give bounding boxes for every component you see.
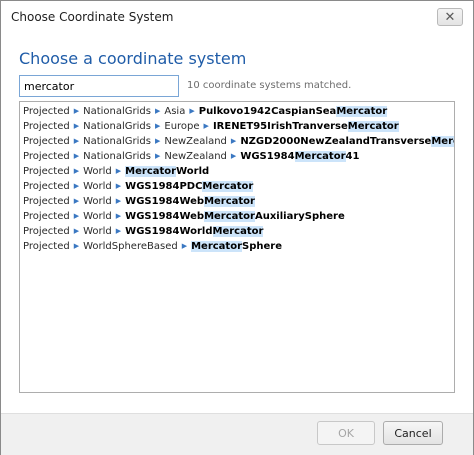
- right-triangle-icon: ▶: [115, 167, 122, 175]
- path-segment: NationalGrids: [83, 151, 151, 162]
- result-row[interactable]: Projected ▶ NationalGrids ▶ NewZealand ▶ WGS19…: [20, 149, 454, 164]
- cancel-button[interactable]: Cancel: [383, 421, 443, 445]
- path-segment: Asia: [164, 106, 186, 117]
- path-segment: World: [83, 211, 112, 222]
- right-triangle-icon: ▶: [115, 212, 122, 220]
- right-triangle-icon: ▶: [181, 242, 188, 250]
- path-segment: WorldSphereBased: [83, 241, 178, 252]
- match-highlight: Mercator: [336, 106, 388, 117]
- path-segment: NationalGrids: [83, 121, 151, 132]
- match-highlight: Mercator: [204, 196, 255, 207]
- result-name: MercatorWorld: [125, 166, 210, 177]
- result-row[interactable]: Projected ▶ World ▶ WGS1984PDCMercator: [20, 179, 454, 194]
- path-segment: NewZealand: [164, 151, 227, 162]
- result-row[interactable]: Projected ▶ WorldSphereBased ▶ MercatorSpher…: [20, 239, 454, 254]
- path-segment: NewZealand: [164, 136, 227, 147]
- title-bar[interactable]: Choose Coordinate System ✕: [1, 1, 473, 33]
- right-triangle-icon: ▶: [203, 122, 209, 130]
- path-segment: Projected: [23, 106, 70, 117]
- result-name: WGS1984WorldMercator: [125, 226, 264, 237]
- right-triangle-icon: ▶: [154, 107, 161, 115]
- right-triangle-icon: ▶: [230, 137, 237, 145]
- right-triangle-icon: ▶: [154, 152, 161, 160]
- right-triangle-icon: ▶: [73, 212, 80, 220]
- result-row[interactable]: Projected ▶ World ▶ WGS1984WorldMercator: [20, 224, 454, 239]
- result-name: WGS1984WebMercator: [125, 196, 255, 207]
- dialog-footer: OK Cancel: [1, 413, 473, 455]
- right-triangle-icon: ▶: [73, 227, 80, 235]
- path-segment: NationalGrids: [83, 106, 151, 117]
- right-triangle-icon: ▶: [73, 182, 80, 190]
- result-row[interactable]: Projected ▶ World ▶ WGS1984WebMercator: [20, 194, 454, 209]
- path-segment: Projected: [23, 121, 70, 132]
- right-triangle-icon: ▶: [73, 137, 80, 145]
- match-highlight: Mercator: [431, 136, 454, 147]
- right-triangle-icon: ▶: [230, 152, 237, 160]
- results-list[interactable]: Projected ▶ NationalGrids ▶ Asia ▶ Pulkovo1942…: [19, 101, 455, 393]
- result-name: WGS1984PDCMercator: [125, 181, 254, 192]
- match-highlight: Mercator: [202, 181, 254, 192]
- result-name: MercatorSphere: [191, 241, 283, 252]
- path-segment: Projected: [23, 211, 70, 222]
- path-segment: Projected: [23, 181, 70, 192]
- result-row[interactable]: Projected ▶ World ▶ MercatorWorld: [20, 164, 454, 179]
- match-highlight: Mercator: [125, 166, 177, 177]
- result-name: WGS1984Mercator41: [240, 151, 360, 162]
- path-segment: NationalGrids: [83, 136, 151, 147]
- match-highlight: Mercator: [347, 121, 399, 132]
- right-triangle-icon: ▶: [115, 227, 122, 235]
- right-triangle-icon: ▶: [189, 107, 195, 115]
- search-input[interactable]: [19, 75, 179, 97]
- result-row[interactable]: Projected ▶ NationalGrids ▶ Europe ▶ IRENET95I…: [20, 119, 454, 134]
- result-row[interactable]: Projected ▶ NationalGrids ▶ Asia ▶ Pulkovo1942…: [20, 104, 454, 119]
- path-segment: Europe: [164, 121, 200, 132]
- result-row[interactable]: Projected ▶ World ▶ WGS1984WebMercatorAuxili…: [20, 209, 454, 224]
- right-triangle-icon: ▶: [154, 137, 161, 145]
- page-heading: Choose a coordinate system: [19, 49, 247, 68]
- match-highlight: Mercator: [294, 151, 346, 162]
- right-triangle-icon: ▶: [73, 242, 80, 250]
- right-triangle-icon: ▶: [115, 197, 122, 205]
- result-name: NZGD2000NewZealandTransverseMercator: [240, 136, 454, 147]
- path-segment: Projected: [23, 136, 70, 147]
- window-title: Choose Coordinate System: [11, 10, 174, 24]
- match-highlight: Mercator: [212, 226, 264, 237]
- close-icon: ✕: [444, 9, 456, 25]
- path-segment: Projected: [23, 226, 70, 237]
- result-name: WGS1984WebMercatorAuxiliarySphere: [125, 211, 345, 222]
- path-segment: World: [83, 166, 112, 177]
- right-triangle-icon: ▶: [73, 107, 80, 115]
- right-triangle-icon: ▶: [73, 197, 80, 205]
- path-segment: Projected: [23, 151, 70, 162]
- ok-button[interactable]: OK: [317, 421, 375, 445]
- result-name: Pulkovo1942CaspianSeaMercator: [198, 106, 388, 117]
- dialog-window: Choose Coordinate System ✕ Choose a coor…: [0, 0, 474, 455]
- right-triangle-icon: ▶: [154, 122, 161, 130]
- result-name: IRENET95IrishTranverseMercator: [212, 121, 399, 132]
- path-segment: Projected: [23, 241, 70, 252]
- match-highlight: Mercator: [204, 211, 255, 222]
- match-highlight: Mercator: [191, 241, 243, 252]
- right-triangle-icon: ▶: [73, 152, 80, 160]
- path-segment: Projected: [23, 166, 70, 177]
- path-segment: Projected: [23, 196, 70, 207]
- result-row[interactable]: Projected ▶ NationalGrids ▶ NewZealand ▶ NZGD2…: [20, 134, 454, 149]
- path-segment: World: [83, 196, 112, 207]
- right-triangle-icon: ▶: [73, 167, 80, 175]
- right-triangle-icon: ▶: [73, 122, 80, 130]
- right-triangle-icon: ▶: [115, 182, 122, 190]
- path-segment: World: [83, 181, 112, 192]
- close-button[interactable]: ✕: [437, 8, 463, 26]
- path-segment: World: [83, 226, 112, 237]
- match-count-label: 10 coordinate systems matched.: [187, 80, 352, 91]
